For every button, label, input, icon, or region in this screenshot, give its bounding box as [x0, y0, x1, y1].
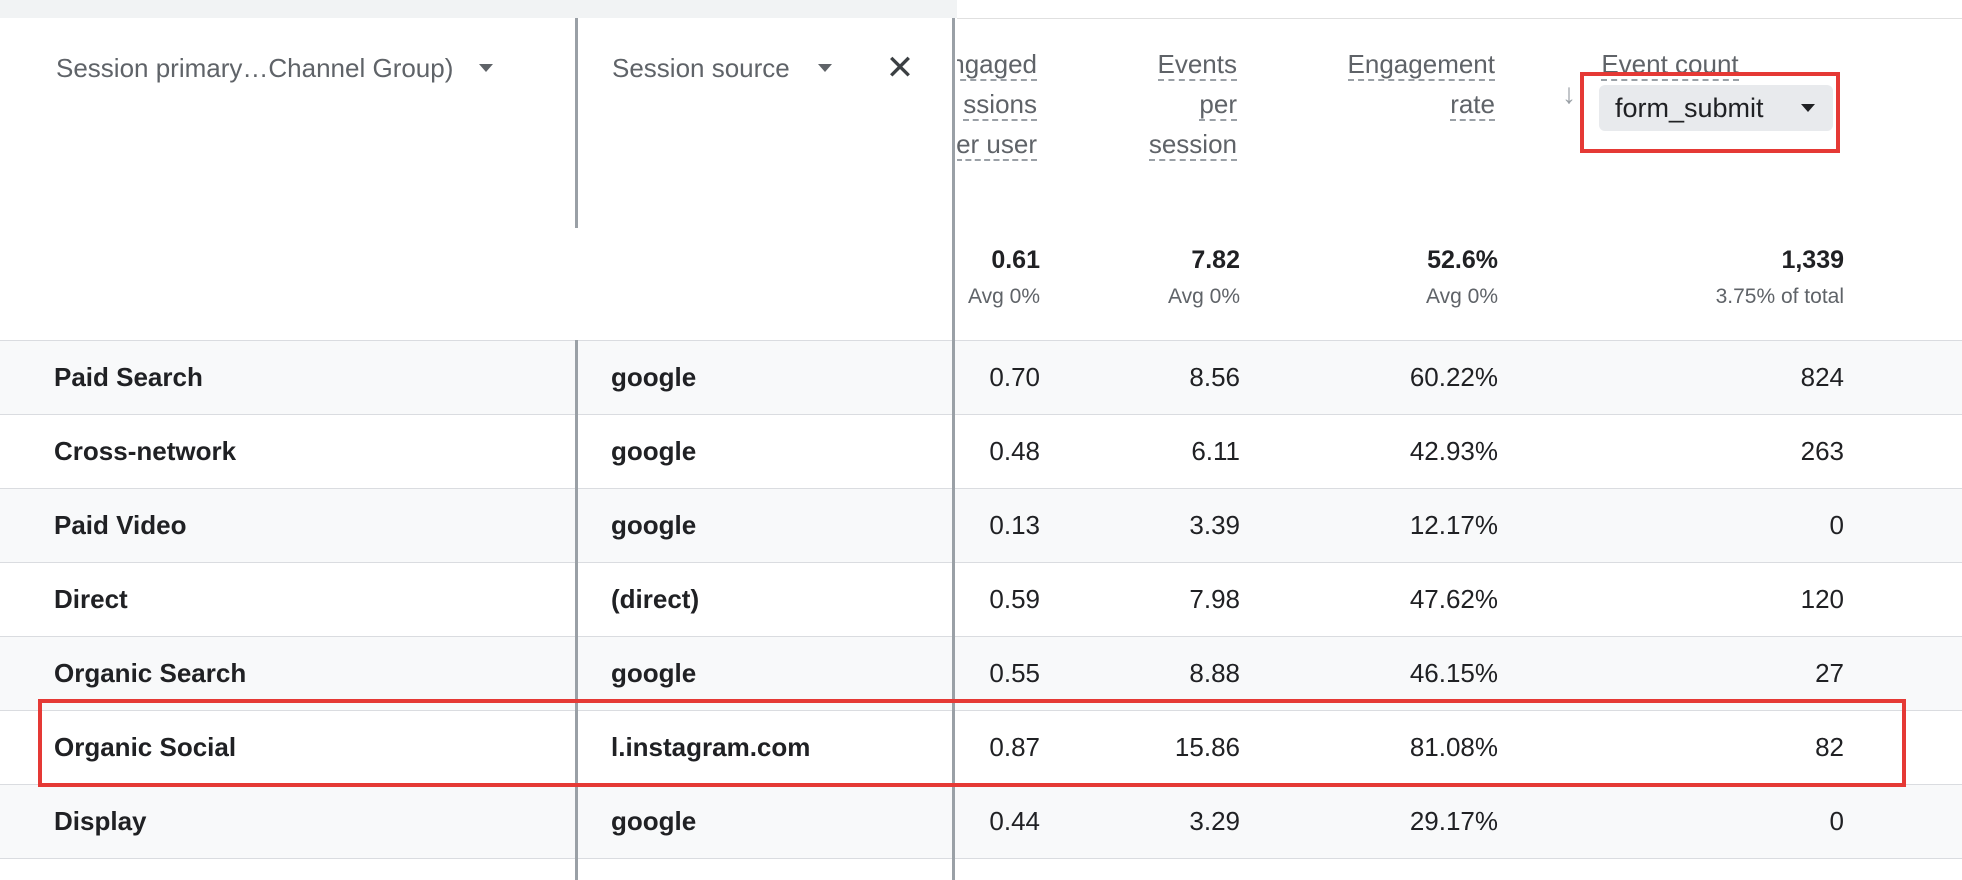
cell-engaged-sessions-per-user: 0.87 — [989, 732, 1040, 762]
total-engagement-rate: 52.6% Avg 0% — [1426, 246, 1498, 309]
cell-event-count: 0 — [1829, 510, 1844, 540]
event-name-select[interactable]: form_submit — [1599, 85, 1833, 131]
cell-event-count: 0 — [1829, 806, 1844, 836]
total-value: 52.6% — [1427, 246, 1498, 274]
cell-event-count: 120 — [1800, 584, 1844, 614]
column-divider — [575, 18, 578, 228]
cell-channel: Organic Search — [54, 658, 247, 688]
cell-channel: Direct — [54, 584, 128, 614]
cell-engaged-sessions-per-user: 0.55 — [989, 658, 1040, 688]
column-divider — [575, 340, 578, 880]
total-value: 1,339 — [1781, 246, 1844, 274]
column-header-engagement-rate[interactable]: Engagement rate — [1275, 44, 1495, 124]
column-header-line: ssions — [963, 89, 1037, 121]
total-subtext: Avg 0% — [1168, 285, 1240, 308]
total-subtext: Avg 0% — [1426, 285, 1498, 308]
cell-event-count: 824 — [1800, 362, 1844, 392]
dimension-header-channel-group[interactable]: Session primary…Channel Group) — [56, 50, 494, 86]
cell-source: google — [611, 362, 697, 392]
event-name-select-value: form_submit — [1615, 92, 1764, 123]
cell-events-per-session: 7.98 — [1189, 584, 1240, 614]
cell-source: google — [611, 806, 697, 836]
cell-engagement-rate: 46.15% — [1409, 658, 1498, 688]
cell-events-per-session: 3.29 — [1189, 806, 1240, 836]
cell-source: google — [611, 510, 697, 540]
cell-events-per-session: 8.56 — [1189, 362, 1240, 392]
dimension-header-source-label: Session source — [612, 52, 790, 83]
cell-engaged-sessions-per-user: 0.44 — [989, 806, 1040, 836]
cell-channel: Paid Search — [54, 362, 203, 392]
cell-channel: Display — [54, 806, 147, 836]
cell-event-count: 82 — [1815, 732, 1844, 762]
cell-engagement-rate: 60.22% — [1409, 362, 1498, 392]
table-row[interactable]: Cross-network google 0.48 6.11 42.93% 26… — [0, 414, 1962, 488]
cell-engagement-rate: 47.62% — [1409, 584, 1498, 614]
dimension-header-session-source[interactable]: Session source — [612, 50, 832, 86]
cell-events-per-session: 3.39 — [1189, 510, 1240, 540]
arrow-down-icon: ↓ — [1562, 78, 1576, 109]
cell-source: (direct) — [611, 584, 700, 614]
chevron-down-icon[interactable] — [817, 64, 832, 72]
cell-events-per-session: 15.86 — [1174, 732, 1240, 762]
cell-engaged-sessions-per-user: 0.48 — [989, 436, 1040, 466]
table-row[interactable]: Organic Search google 0.55 8.88 46.15% 2… — [0, 636, 1962, 710]
column-header-event-count[interactable]: Event count — [1540, 44, 1800, 84]
top-toolbar-strip — [0, 0, 957, 18]
column-header-line: er user — [957, 129, 1037, 161]
cell-engaged-sessions-per-user: 0.13 — [989, 510, 1040, 540]
table-row[interactable]: Display google 0.44 3.29 29.17% 0 — [0, 784, 1962, 858]
cell-channel: Cross-network — [54, 436, 237, 466]
table-row[interactable]: Paid Search google 0.70 8.56 60.22% 824 — [0, 340, 1962, 414]
column-header-line: Event count — [1601, 49, 1739, 81]
total-subtext: 3.75% of total — [1715, 285, 1844, 308]
column-header-line: rate — [1450, 89, 1495, 121]
table-row-partial — [0, 858, 1962, 880]
table-row[interactable]: Direct (direct) 0.59 7.98 47.62% 120 — [0, 562, 1962, 636]
cell-source: l.instagram.com — [611, 732, 811, 762]
cell-engagement-rate: 29.17% — [1409, 806, 1498, 836]
total-engaged-sessions-per-user: 0.61 Avg 0% — [968, 246, 1040, 309]
table-row[interactable]: Paid Video google 0.13 3.39 12.17% 0 — [0, 488, 1962, 562]
column-header-engaged-sessions-per-user[interactable]: ngaged ssions er user — [957, 44, 1037, 164]
cell-events-per-session: 8.88 — [1189, 658, 1240, 688]
cell-event-count: 27 — [1815, 658, 1844, 688]
cell-engagement-rate: 81.08% — [1409, 732, 1498, 762]
cell-engaged-sessions-per-user: 0.70 — [989, 362, 1040, 392]
chevron-down-icon[interactable] — [479, 64, 494, 72]
header-top-border — [957, 18, 1962, 19]
cell-channel: Paid Video — [54, 510, 187, 540]
total-event-count: 1,339 3.75% of total — [1716, 246, 1844, 309]
column-header-line: Engagement — [1347, 49, 1495, 81]
cell-events-per-session: 6.11 — [1191, 436, 1240, 466]
table-row-highlighted[interactable]: Organic Social l.instagram.com 0.87 15.8… — [0, 710, 1962, 784]
cell-source: google — [611, 658, 697, 688]
cell-engagement-rate: 12.17% — [1409, 510, 1498, 540]
cell-channel: Organic Social — [54, 732, 237, 762]
column-header-line: session — [1148, 129, 1237, 161]
chevron-down-icon — [1801, 104, 1815, 112]
total-events-per-session: 7.82 Avg 0% — [1168, 246, 1240, 309]
column-header-events-per-session[interactable]: Events per session — [1037, 44, 1237, 164]
cell-engaged-sessions-per-user: 0.59 — [989, 584, 1040, 614]
frozen-columns-divider — [952, 18, 955, 880]
dimension-header-channel-label: Session primary…Channel Group) — [56, 52, 454, 83]
column-header-line: ngaged — [957, 49, 1037, 81]
close-icon[interactable]: ✕ — [882, 50, 918, 86]
total-subtext: Avg 0% — [968, 285, 1040, 308]
cell-engagement-rate: 42.93% — [1409, 436, 1498, 466]
total-value: 0.61 — [991, 246, 1040, 274]
cell-source: google — [611, 436, 697, 466]
cell-event-count: 263 — [1800, 436, 1844, 466]
column-header-line: per — [1199, 89, 1237, 121]
total-value: 7.82 — [1191, 246, 1240, 274]
column-header-line: Events — [1157, 49, 1237, 81]
